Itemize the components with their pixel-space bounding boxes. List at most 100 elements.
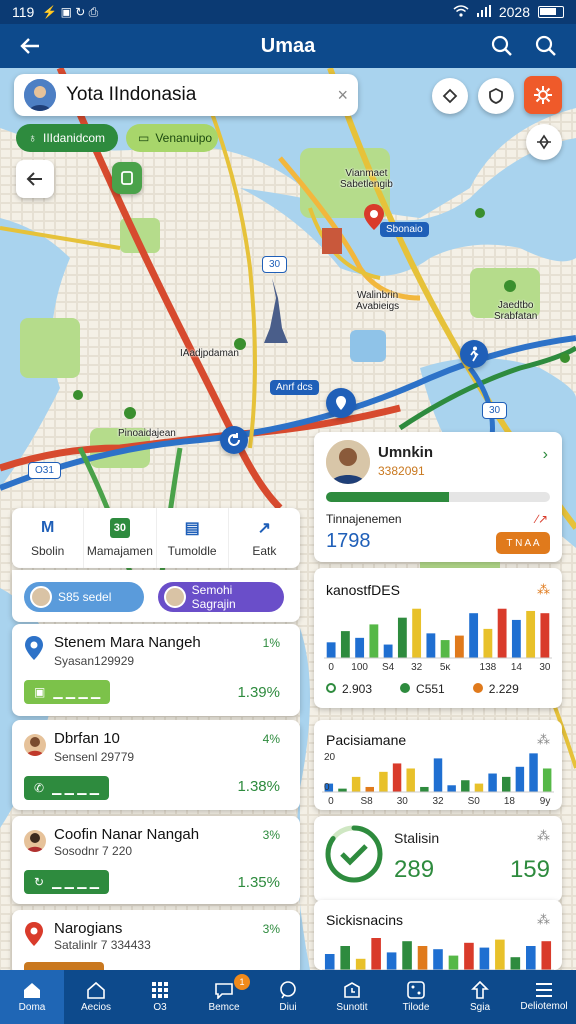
options-icon[interactable]: ⁂	[537, 912, 550, 928]
status-icons: ⚡ ▣ ↻ ⎙	[42, 4, 99, 19]
list-item-sub: Syasan129929	[54, 654, 135, 668]
list-item-value: 1.39%	[237, 684, 280, 701]
map-label: Walinbrin Avabieigs	[356, 290, 400, 312]
filter-chip[interactable]: ▭ Venanuipo	[126, 124, 218, 152]
search-icon	[491, 35, 512, 56]
collapse-button[interactable]	[16, 160, 54, 198]
tab-tumoldle[interactable]: ▤ Tumoldle	[157, 508, 229, 568]
list-item[interactable]: Dbrfan 10 Sensenl 29779 4% ✆ ▁ ▁ ▁ ▁ 1.3…	[12, 720, 300, 810]
list-item[interactable]: Coofin Nanar Nangah Sosodnr 7 220 3% ↻ ▁…	[12, 816, 300, 904]
chart-tick-label: 5ĸ	[440, 662, 452, 672]
list-item-name: Dbrfan 10	[54, 730, 120, 747]
nav-o3[interactable]: O3	[128, 970, 192, 1024]
map-label: Pinoaidajean	[118, 428, 176, 439]
gear-icon	[534, 86, 552, 104]
menu-icon	[536, 983, 552, 997]
search-alt-button[interactable]	[524, 24, 568, 68]
legend-item: 2.229	[472, 682, 519, 696]
action-label: ▁ ▁ ▁ ▁	[52, 781, 99, 795]
nav-sunotit[interactable]: Sunotit	[320, 970, 384, 1024]
nav-label: Bemce	[208, 1002, 240, 1013]
chart-bar	[526, 946, 536, 970]
avatar[interactable]	[24, 79, 56, 111]
chart-bar	[495, 939, 505, 970]
compass-button[interactable]	[526, 124, 562, 160]
map-pin-label[interactable]: Sbonaio	[380, 222, 429, 237]
list-item-action-button[interactable]: ▣ ▁ ▁ ▁ ▁	[24, 680, 111, 704]
nav-bemce[interactable]: Bemce 1	[192, 970, 256, 1024]
tab-mamajamen[interactable]: 30 Mamajamen	[84, 508, 157, 568]
tab-eatk[interactable]: ↗ Eatk	[229, 508, 300, 568]
chart-bar	[406, 768, 415, 792]
nav-tilode[interactable]: Tilode	[384, 970, 448, 1024]
clock-icon	[344, 982, 360, 998]
road-shield: 30	[482, 402, 508, 419]
status-card: Stalisin ⁂ 289 159	[314, 816, 562, 902]
options-icon[interactable]: ⁂	[537, 582, 550, 598]
profile-action-button[interactable]: T N A A	[496, 532, 550, 554]
chevron-right-icon[interactable]: ›	[543, 446, 548, 464]
user-pill[interactable]: S85 sedel	[24, 582, 144, 612]
filter-chip[interactable]: ♁ IIIdanidcom	[16, 124, 118, 152]
list-item-action-button[interactable]: ✆ ▁ ▁ ▁ ▁	[24, 776, 109, 800]
status-bar: 119 ⚡ ▣ ↻ ⎙ 2028	[0, 0, 576, 24]
chart-bar	[510, 957, 521, 970]
chart-bar	[542, 768, 552, 792]
list-item-action-button[interactable]: ↻ ▁ ▁ ▁ ▁	[24, 870, 109, 894]
nav-aecios[interactable]: Aecios	[64, 970, 128, 1024]
nav-home[interactable]: Doma	[0, 970, 64, 1024]
chart-bar	[326, 642, 336, 658]
nav-label: Doma	[18, 1002, 46, 1013]
tab-sbolin[interactable]: M Sbolin	[12, 508, 85, 568]
map-marker-button[interactable]	[220, 426, 248, 454]
layers-button[interactable]	[432, 78, 468, 114]
avatar	[24, 830, 46, 852]
tag-icon: ♁	[28, 131, 37, 145]
chart-bar	[397, 617, 407, 658]
back-button[interactable]	[8, 24, 52, 68]
options-icon[interactable]: ⁂	[537, 828, 550, 844]
chart-bar	[515, 766, 525, 792]
chart-tick-label: S4	[382, 662, 395, 672]
avatar	[30, 586, 52, 608]
action-label: ▁ ▁ ▁ ▁	[53, 685, 101, 699]
map-marker-button[interactable]	[326, 388, 356, 418]
shield-icon	[489, 87, 503, 104]
map-pin-label[interactable]: Anrf dcs	[270, 380, 319, 395]
chip-label: Venanuipo	[155, 131, 213, 145]
nav-sgia[interactable]: Sgia	[448, 970, 512, 1024]
list-item[interactable]: Narogians Satalinlr 7 334433 3%	[12, 910, 300, 976]
avatar	[326, 440, 370, 484]
user-pill-label: S85 sedel	[58, 590, 112, 604]
map-marker-button[interactable]	[460, 340, 488, 368]
notification-badge: 1	[234, 974, 250, 990]
search-input[interactable]: Yota IIndonasia	[66, 84, 327, 106]
chat-icon	[215, 983, 233, 999]
nav-diui[interactable]: Diui	[256, 970, 320, 1024]
clear-icon[interactable]: ×	[337, 85, 348, 106]
profile-progress-bar	[326, 492, 550, 502]
user-pill[interactable]: Semohi Sagrajin	[158, 582, 284, 612]
location-button[interactable]	[478, 78, 514, 114]
list-item-sub: Sosodnr 7 220	[54, 844, 133, 858]
chart-bar	[447, 785, 456, 792]
search-field[interactable]: Yota IIndonasia ×	[14, 74, 358, 116]
chart-bar	[383, 644, 393, 658]
trend-icon: ∕↗	[535, 512, 548, 526]
tab-label: Eatk	[252, 544, 277, 558]
nav-deliotemol[interactable]: Deliotemol	[512, 970, 576, 1024]
options-icon[interactable]: ⁂	[537, 732, 550, 748]
location-pin-icon[interactable]	[364, 204, 384, 235]
settings-button[interactable]	[524, 76, 562, 114]
profile-card[interactable]: Umnkin 3382091 › Tinnajenemen ∕↗ 1798 T …	[314, 432, 562, 562]
chart-bar	[483, 628, 493, 658]
search-button[interactable]	[480, 24, 524, 68]
sign-icon	[471, 981, 489, 999]
chart-bar	[402, 941, 412, 970]
list-item[interactable]: Stenem Mara Nangeh Syasan129929 1% ▣ ▁ ▁…	[12, 624, 300, 716]
map-poi-marker[interactable]	[112, 162, 142, 194]
chart-title: Pacisiamane	[326, 732, 407, 748]
trend-icon: ↗	[257, 520, 272, 537]
chart-tick-label: 32	[411, 662, 423, 672]
avatar	[24, 734, 46, 756]
